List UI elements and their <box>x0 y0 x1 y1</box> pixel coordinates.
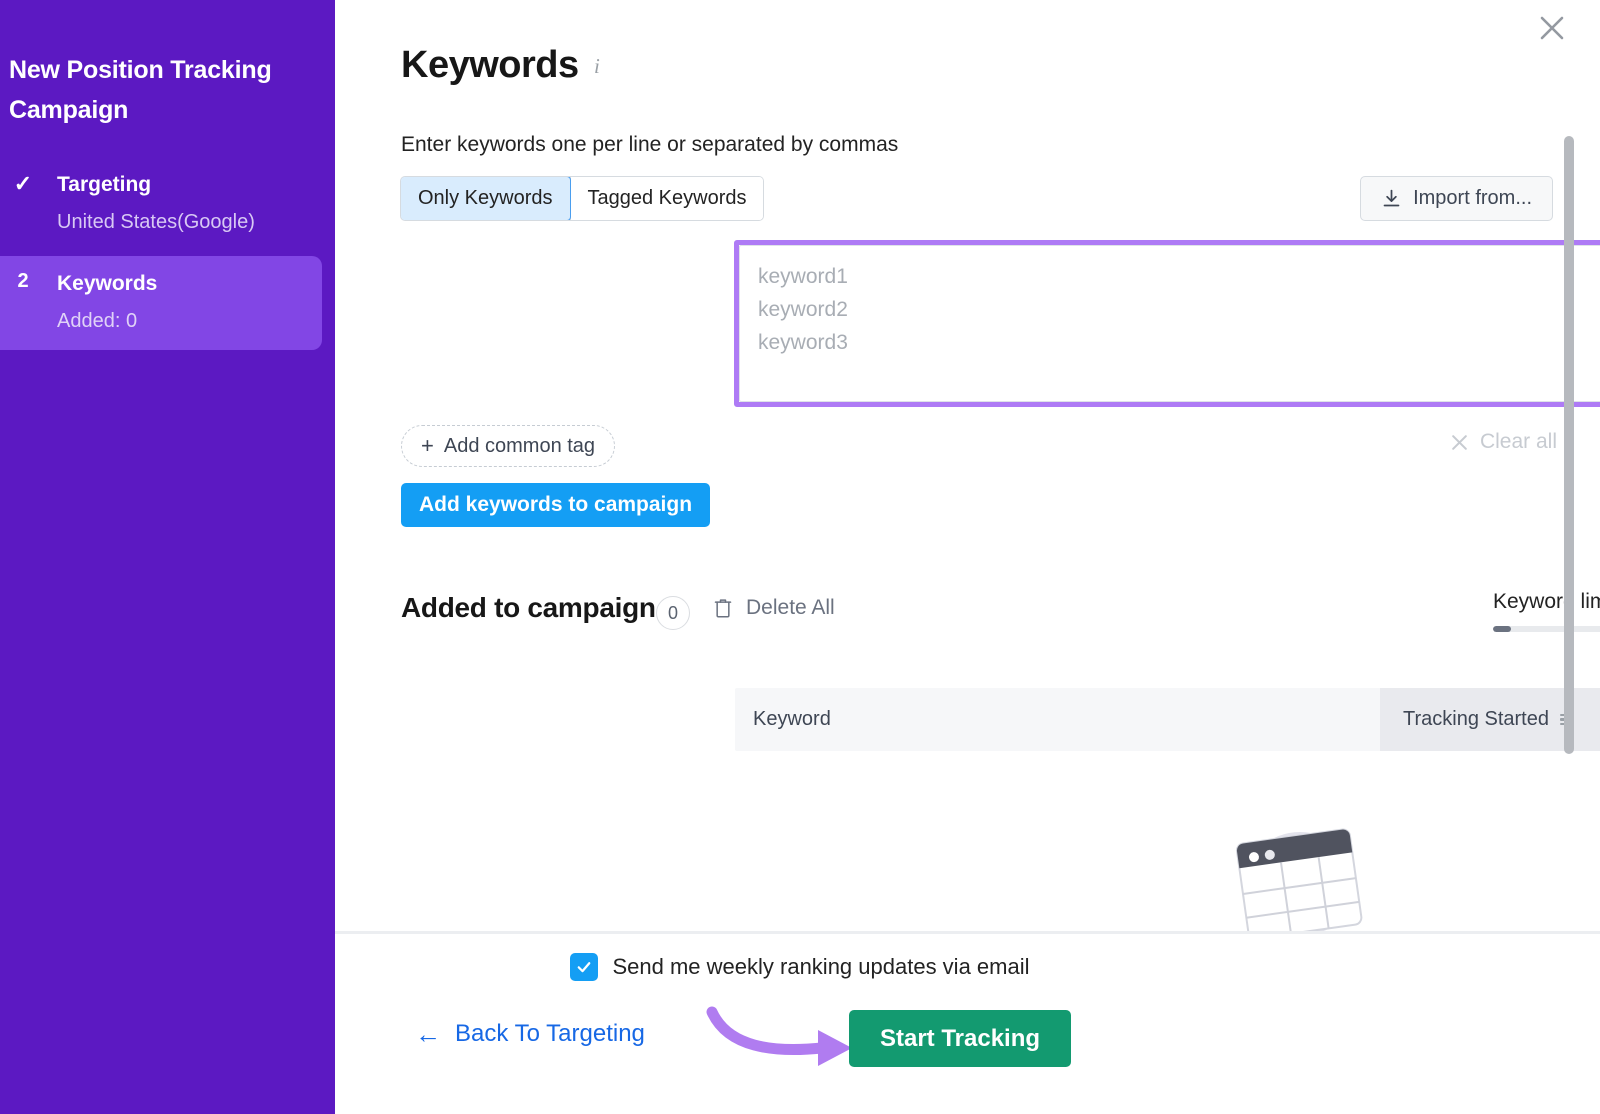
sidebar-step-targeting[interactable]: ✓ Targeting United States(Google) <box>0 165 322 243</box>
check-icon: ✓ <box>8 171 38 197</box>
column-header-keyword-label: Keyword <box>753 708 831 731</box>
sidebar-step-keywords-number: 2 <box>8 270 38 293</box>
empty-state-icon <box>1215 812 1385 932</box>
main-panel: Keywords i Enter keywords one per line o… <box>335 0 1600 1114</box>
column-header-tracking-started-label: Tracking Started <box>1403 708 1549 731</box>
clear-all-label: Clear all <box>1480 430 1557 454</box>
close-icon <box>1450 433 1469 452</box>
keyword-limit-progress-track <box>1493 626 1600 632</box>
keyword-limit-progress-fill <box>1493 626 1511 632</box>
keywords-table-header: Keyword Tracking Started Action <box>735 688 1600 751</box>
column-header-keyword[interactable]: Keyword <box>735 688 1380 751</box>
sidebar-step-keywords-sub: Added: 0 <box>57 310 137 333</box>
back-to-targeting-link[interactable]: ← Back To Targeting <box>415 1020 645 1048</box>
added-count-badge: 0 <box>656 596 690 630</box>
start-tracking-button[interactable]: Start Tracking <box>849 1010 1071 1067</box>
trash-icon <box>713 597 733 619</box>
delete-all-button[interactable]: Delete All <box>713 596 835 620</box>
weekly-updates-row: Send me weekly ranking updates via email <box>0 953 1600 981</box>
info-icon[interactable]: i <box>594 54 600 79</box>
weekly-updates-label: Send me weekly ranking updates via email <box>612 954 1029 980</box>
add-keywords-to-campaign-button[interactable]: Add keywords to campaign <box>401 483 710 527</box>
tab-tagged-keywords[interactable]: Tagged Keywords <box>570 177 764 220</box>
subtitle-text: Enter keywords one per line or separated… <box>401 133 898 157</box>
scrollbar-thumb[interactable] <box>1564 136 1574 754</box>
download-icon <box>1381 188 1402 209</box>
close-icon <box>1537 13 1567 43</box>
check-icon <box>575 958 593 976</box>
sidebar-step-targeting-label: Targeting <box>57 173 151 197</box>
delete-all-label: Delete All <box>746 596 835 620</box>
import-from-button[interactable]: Import from... <box>1360 176 1553 221</box>
import-from-label: Import from... <box>1413 187 1532 210</box>
sidebar-step-keywords[interactable]: 2 Keywords Added: 0 <box>0 256 322 350</box>
sidebar: New Position Tracking Campaign ✓ Targeti… <box>0 0 335 1114</box>
added-to-campaign-title: Added to campaign <box>401 592 656 624</box>
keywords-input-highlight <box>734 240 1600 407</box>
weekly-updates-checkbox[interactable] <box>570 953 598 981</box>
keyword-limit-label: Keyword limit <box>1493 590 1600 614</box>
app-root: New Position Tracking Campaign ✓ Targeti… <box>0 0 1600 1114</box>
tab-only-keywords[interactable]: Only Keywords <box>400 176 571 221</box>
campaign-title: New Position Tracking Campaign <box>9 50 309 130</box>
content-scrollbar[interactable] <box>1564 136 1574 754</box>
plus-icon: + <box>421 435 434 457</box>
sidebar-step-targeting-sub: United States(Google) <box>57 211 255 234</box>
footer-divider <box>335 931 1600 934</box>
sidebar-step-keywords-label: Keywords <box>57 272 157 296</box>
arrow-left-icon: ← <box>415 1021 441 1047</box>
keyword-limit: Keyword limit 76/1500 <box>1493 590 1600 632</box>
clear-all-button[interactable]: Clear all <box>1450 430 1557 454</box>
page-title: Keywords <box>401 44 579 87</box>
add-common-tag-button[interactable]: + Add common tag <box>401 425 615 467</box>
empty-table-illustration <box>1215 812 1385 932</box>
keywords-input[interactable] <box>739 245 1600 402</box>
keyword-mode-tabs: Only Keywords Tagged Keywords <box>400 176 764 221</box>
add-common-tag-label: Add common tag <box>444 435 595 458</box>
back-to-targeting-label: Back To Targeting <box>455 1020 645 1048</box>
close-button[interactable] <box>1532 8 1572 48</box>
